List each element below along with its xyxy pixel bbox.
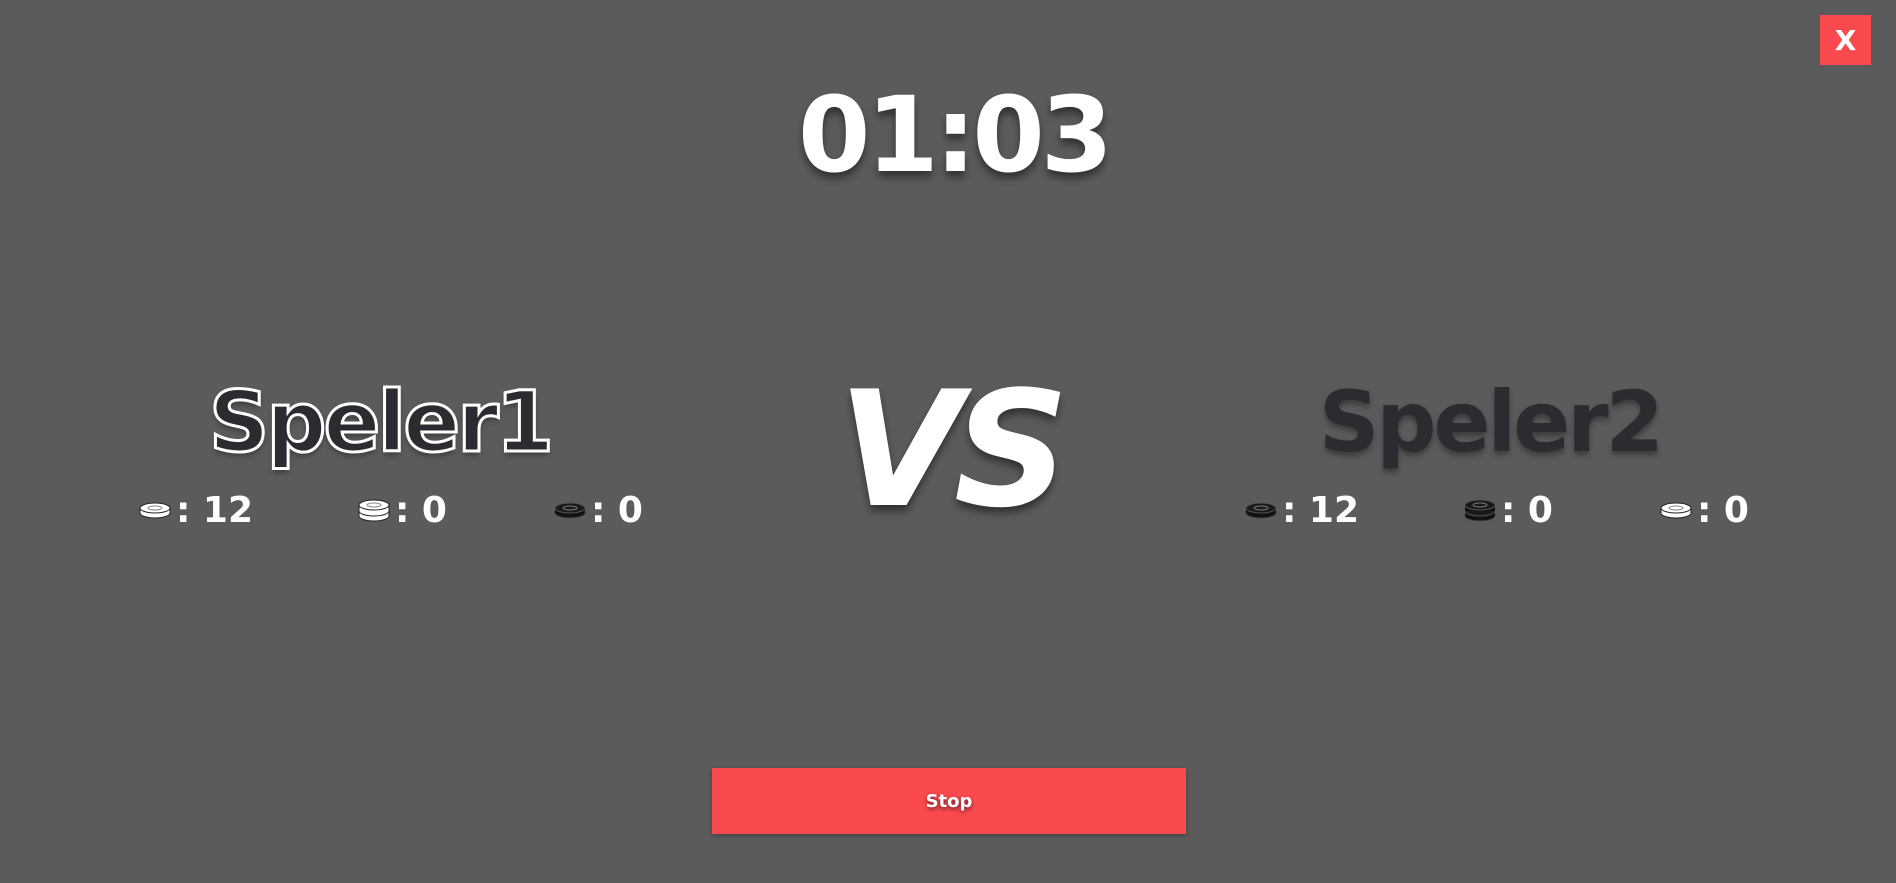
white-piece-icon xyxy=(1659,500,1697,520)
close-button[interactable]: X xyxy=(1820,15,1871,65)
player1-stat-captured-value: : 0 xyxy=(591,489,643,531)
versus-label: VS xyxy=(838,356,1069,543)
player2-name: Speler2 xyxy=(1318,373,1664,471)
player2-stat-pieces: : 12 xyxy=(1244,488,1359,532)
player2-stat-pieces-value: : 12 xyxy=(1282,489,1360,531)
player1-stat-kings: : 0 xyxy=(357,488,447,532)
stop-button[interactable]: Stop xyxy=(712,768,1186,834)
player1-name: Speler1 xyxy=(207,373,555,472)
player1-stat-pieces-value: : 12 xyxy=(176,489,254,531)
player2-stat-captured: : 0 xyxy=(1659,488,1749,532)
white-piece-icon xyxy=(138,500,176,520)
white-king-icon xyxy=(357,497,395,523)
player2-stat-kings: : 0 xyxy=(1463,488,1553,532)
player2-stat-kings-value: : 0 xyxy=(1501,489,1553,531)
game-timer: 01:03 xyxy=(798,74,1113,196)
black-piece-icon xyxy=(1244,500,1282,520)
player1-stat-kings-value: : 0 xyxy=(395,489,447,531)
player1-stat-pieces: : 12 xyxy=(138,488,253,532)
player2-stat-captured-value: : 0 xyxy=(1697,489,1749,531)
black-piece-icon xyxy=(553,500,591,520)
black-king-icon xyxy=(1463,497,1501,523)
player1-stat-captured: : 0 xyxy=(553,488,643,532)
